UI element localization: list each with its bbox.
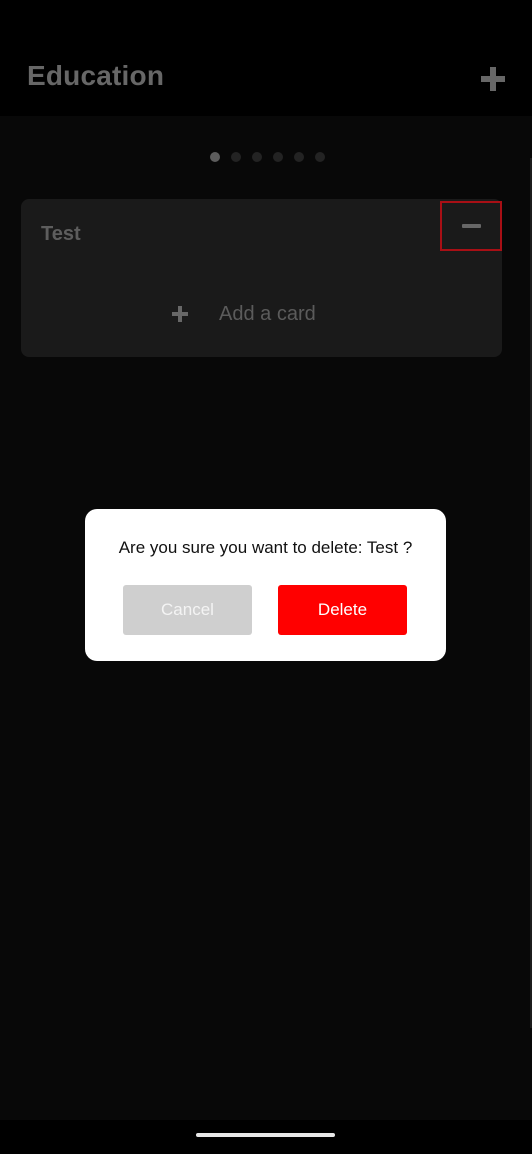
home-indicator[interactable] (196, 1133, 335, 1137)
app-screen: Education Test Add a card Are you sure y… (0, 0, 532, 1154)
delete-confirm-dialog: Are you sure you want to delete: Test ? … (85, 509, 446, 661)
delete-button[interactable]: Delete (278, 585, 407, 635)
cancel-button[interactable]: Cancel (123, 585, 252, 635)
system-nav-bar (0, 1120, 532, 1154)
dialog-message: Are you sure you want to delete: Test ? (118, 538, 413, 557)
